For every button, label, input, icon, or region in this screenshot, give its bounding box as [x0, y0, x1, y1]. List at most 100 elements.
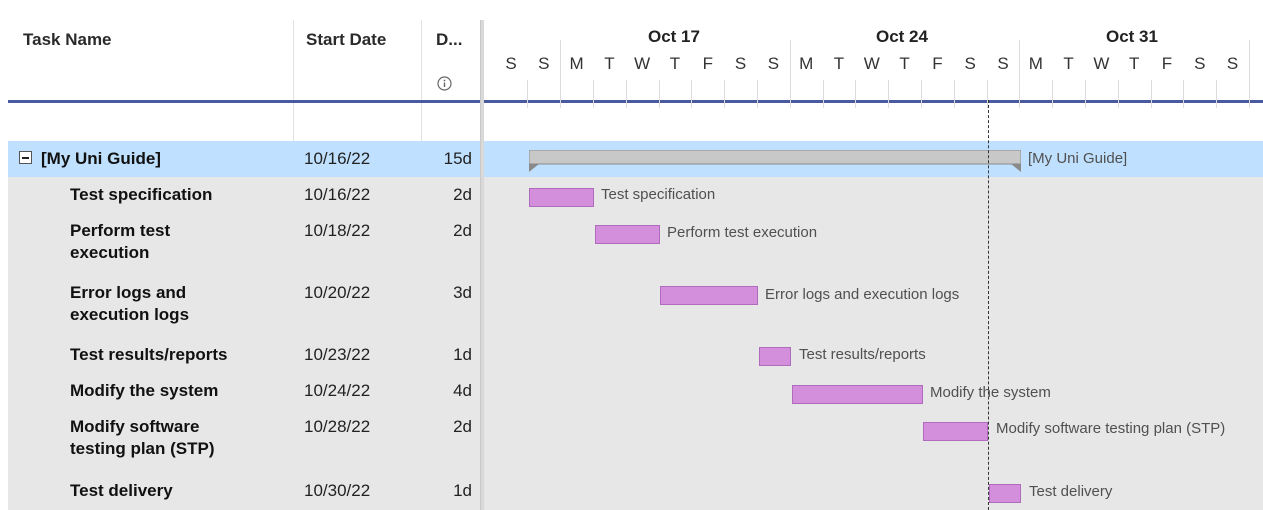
- start-date: 10/20/22: [304, 283, 371, 302]
- day-label: S: [767, 54, 780, 73]
- task-name: Error logs and execution logs: [70, 283, 190, 324]
- table-row[interactable]: Test delivery 10/30/22 1d: [8, 471, 480, 510]
- day-gridline: [790, 40, 791, 108]
- day-label: F: [932, 54, 943, 73]
- bar-label: Test delivery: [1029, 483, 1113, 500]
- day-gridline: [1183, 80, 1184, 108]
- task-bar[interactable]: [595, 225, 660, 244]
- day-gridline: [855, 80, 856, 108]
- day-gridline: [626, 80, 627, 108]
- start-date: 10/28/22: [304, 417, 371, 436]
- day-label: S: [505, 54, 517, 73]
- table-row-parent[interactable]: [My Uni Guide] 10/16/22 15d: [8, 141, 480, 177]
- task-name: Modify the system: [70, 381, 219, 400]
- day-gridline: [1118, 80, 1119, 108]
- bar-label: Modify software testing plan (STP): [996, 420, 1226, 437]
- start-date: 10/16/22: [304, 185, 371, 204]
- column-header-task-name[interactable]: Task Name: [23, 30, 112, 50]
- day-label: T: [833, 54, 845, 73]
- task-name: [My Uni Guide]: [41, 149, 161, 168]
- day-label: S: [734, 54, 747, 73]
- day-gridline: [823, 80, 824, 108]
- day-label: S: [964, 54, 976, 73]
- duration: 3d: [453, 283, 472, 302]
- day-label: T: [1128, 54, 1140, 73]
- day-gridline: [560, 40, 561, 108]
- start-date: 10/24/22: [304, 381, 371, 400]
- day-label: T: [1063, 54, 1074, 73]
- table-row[interactable]: Error logs and execution logs 10/20/22 3…: [8, 275, 480, 337]
- task-bar[interactable]: [660, 286, 758, 305]
- start-date: 10/30/22: [304, 481, 371, 500]
- duration: 4d: [453, 381, 472, 400]
- start-date: 10/18/22: [304, 221, 371, 240]
- task-name: Perform test execution: [70, 221, 171, 262]
- day-label: T: [899, 54, 910, 73]
- day-gridline: [659, 80, 660, 108]
- day-gridline: [757, 80, 758, 108]
- table-row[interactable]: Test results/reports 10/23/22 1d: [8, 337, 480, 373]
- task-bar[interactable]: [759, 347, 791, 366]
- task-grid: Task Name Start Date D... [My Uni Guide]…: [0, 0, 480, 510]
- day-label: M: [1028, 54, 1043, 73]
- duration: 1d: [453, 481, 472, 500]
- table-row[interactable]: Test specification 10/16/22 2d: [8, 177, 480, 213]
- task-bar[interactable]: [529, 188, 594, 207]
- day-label: M: [569, 54, 584, 73]
- bar-label: [My Uni Guide]: [1028, 150, 1128, 167]
- bar-label: Test results/reports: [799, 346, 926, 363]
- table-row[interactable]: Modify software testing plan (STP) 10/28…: [8, 409, 480, 471]
- task-name: Test specification: [70, 185, 213, 204]
- duration: 2d: [453, 185, 472, 204]
- header-separator: [8, 100, 480, 103]
- day-gridline: [1019, 40, 1020, 108]
- day-label: W: [863, 54, 880, 73]
- table-row[interactable]: Perform test execution 10/18/22 2d: [8, 213, 480, 275]
- task-bar[interactable]: [792, 385, 923, 404]
- task-bar[interactable]: [923, 422, 988, 441]
- day-label: S: [1226, 54, 1239, 73]
- day-gridline: [987, 80, 988, 108]
- header-separator: [484, 100, 1263, 103]
- day-gridline: [1085, 80, 1086, 108]
- summary-bar[interactable]: [529, 150, 1021, 174]
- table-row[interactable]: Modify the system 10/24/22 4d: [8, 373, 480, 409]
- duration: 2d: [453, 417, 472, 436]
- day-label: S: [538, 54, 550, 73]
- bar-label: Perform test execution: [667, 224, 818, 241]
- bar-label: Error logs and execution logs: [765, 286, 960, 303]
- task-bar[interactable]: [989, 484, 1021, 503]
- week-label: Oct 17: [648, 27, 700, 46]
- gantt-chart: Oct 17 Oct 24 Oct 31 SSMTWTFSSMTWTFSSMTW…: [484, 0, 1263, 510]
- task-name: Test delivery: [70, 481, 173, 500]
- start-date: 10/23/22: [304, 345, 371, 364]
- bar-label: Modify the system: [930, 384, 1051, 401]
- day-gridline: [954, 80, 955, 108]
- day-gridline: [1052, 80, 1053, 108]
- duration: 15d: [443, 149, 472, 168]
- bar-label: Test specification: [601, 186, 716, 203]
- week-label: Oct 31: [1106, 27, 1158, 46]
- day-label: T: [604, 54, 615, 73]
- day-gridline: [1216, 80, 1217, 108]
- column-header-start-date[interactable]: Start Date: [306, 30, 386, 50]
- day-gridline: [724, 80, 725, 108]
- day-gridline: [921, 80, 922, 108]
- day-label: W: [1093, 54, 1110, 73]
- duration: 1d: [453, 345, 472, 364]
- day-gridline: [527, 80, 528, 108]
- duration: 2d: [453, 221, 472, 240]
- day-gridline: [593, 80, 594, 108]
- day-label: S: [997, 54, 1009, 73]
- task-name: Test results/reports: [70, 345, 228, 364]
- day-label: S: [1194, 54, 1206, 73]
- collapse-toggle-icon[interactable]: [19, 151, 32, 164]
- column-header-duration[interactable]: D...: [436, 30, 462, 50]
- day-gridline: [1151, 80, 1152, 108]
- day-gridline: [691, 80, 692, 108]
- today-marker-line: [988, 100, 989, 510]
- task-name: Modify software testing plan (STP): [70, 417, 215, 458]
- day-label: W: [634, 54, 651, 73]
- week-label: Oct 24: [876, 27, 928, 46]
- info-icon[interactable]: [437, 76, 452, 91]
